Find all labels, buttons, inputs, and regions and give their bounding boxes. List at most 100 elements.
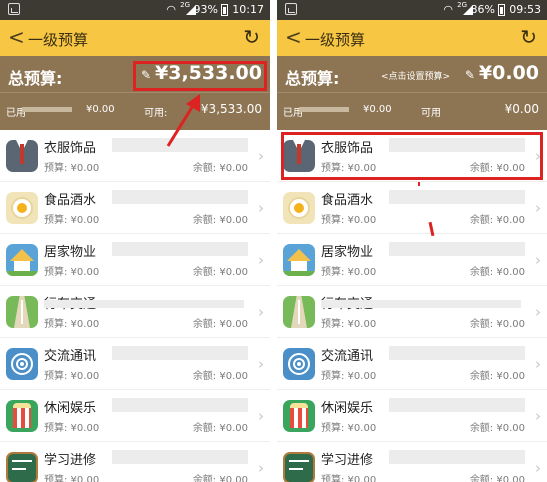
category-budget: 预算: ¥0.00 xyxy=(321,319,377,330)
gallery-icon xyxy=(285,3,297,15)
redacted-bar xyxy=(22,107,72,112)
battery-percent: 86% xyxy=(470,3,495,16)
category-list: 衣服饰品 预算: ¥0.00 余额: ¥0.00 › 食品酒水 预算: ¥0.0… xyxy=(277,130,547,482)
redacted-bar xyxy=(389,398,525,412)
category-remaining: 余额: ¥0.00 xyxy=(469,371,525,382)
redacted-bar xyxy=(112,242,248,256)
category-budget: 预算: ¥0.00 xyxy=(321,267,377,278)
total-budget-amount[interactable]: ¥0.00 xyxy=(479,62,539,84)
category-remaining: 余额: ¥0.00 xyxy=(192,267,248,278)
transport-icon xyxy=(6,296,38,328)
category-name: 学习进修 xyxy=(321,453,374,468)
home-icon xyxy=(6,244,38,276)
list-item[interactable]: 衣服饰品 预算: ¥0.00 余额: ¥0.00 › xyxy=(277,130,547,182)
category-remaining: 余额: ¥0.00 xyxy=(469,163,525,174)
list-item[interactable]: 休闲娱乐 预算: ¥0.00 余额: ¥0.00 › xyxy=(277,390,547,442)
category-name: 休闲娱乐 xyxy=(44,401,97,416)
chevron-right-icon: › xyxy=(535,303,541,321)
list-item[interactable]: 居家物业 预算: ¥0.00 余额: ¥0.00 › xyxy=(0,234,270,286)
leisure-icon xyxy=(283,400,315,432)
redacted-bar xyxy=(112,450,248,464)
back-icon[interactable]: < xyxy=(8,25,25,49)
category-budget: 预算: ¥0.00 xyxy=(321,215,377,226)
list-item[interactable]: 休闲娱乐 预算: ¥0.00 余额: ¥0.00 › xyxy=(0,390,270,442)
chevron-right-icon: › xyxy=(535,199,541,217)
study-icon xyxy=(6,452,38,482)
status-bar: ◠ 2G 86% 09:53 xyxy=(277,0,547,20)
communication-icon xyxy=(6,348,38,380)
category-budget: 预算: ¥0.00 xyxy=(321,475,377,482)
back-icon[interactable]: < xyxy=(285,25,302,49)
category-budget: 预算: ¥0.00 xyxy=(44,319,100,330)
status-bar: ◠ 2G 93% 10:17 xyxy=(0,0,270,20)
available-value: ¥3,533.00 xyxy=(200,102,262,116)
list-item[interactable]: 行车交通 预算: ¥0.00 余额: ¥0.00 › xyxy=(277,286,547,338)
chevron-right-icon: › xyxy=(535,407,541,425)
redacted-bar xyxy=(112,346,248,360)
transport-icon xyxy=(283,296,315,328)
category-remaining: 余额: ¥0.00 xyxy=(469,215,525,226)
category-remaining: 余额: ¥0.00 xyxy=(192,215,248,226)
chevron-right-icon: › xyxy=(258,147,264,165)
category-name: 居家物业 xyxy=(321,245,374,260)
category-remaining: 余额: ¥0.00 xyxy=(469,267,525,278)
available-value: ¥0.00 xyxy=(504,102,539,116)
pencil-icon[interactable]: ✎ xyxy=(141,68,151,82)
total-budget-amount[interactable]: ¥3,533.00 xyxy=(155,62,262,84)
category-budget: 预算: ¥0.00 xyxy=(44,423,100,434)
chevron-right-icon: › xyxy=(535,355,541,373)
category-remaining: 余额: ¥0.00 xyxy=(192,371,248,382)
home-icon xyxy=(283,244,315,276)
available-label: 可用 xyxy=(421,108,441,119)
right-screenshot: ◠ 2G 86% 09:53 < 一级预算 ↻ 总预算: <点击设置预算> ✎ ¥… xyxy=(277,0,547,482)
battery-percent: 93% xyxy=(193,3,218,16)
list-item[interactable]: 居家物业 预算: ¥0.00 余额: ¥0.00 › xyxy=(277,234,547,286)
category-name: 衣服饰品 xyxy=(44,141,97,156)
chevron-right-icon: › xyxy=(258,355,264,373)
list-item[interactable]: 行车交通 预算: ¥0.00 余额: ¥0.00 › xyxy=(0,286,270,338)
clock: 09:53 xyxy=(509,3,541,16)
category-name: 食品酒水 xyxy=(321,193,374,208)
category-name: 学习进修 xyxy=(44,453,97,468)
page-title: 一级预算 xyxy=(28,31,89,49)
redacted-bar xyxy=(321,300,521,308)
app-bar: < 一级预算 ↻ xyxy=(0,20,270,56)
redacted-bar xyxy=(112,138,248,152)
category-remaining: 余额: ¥0.00 xyxy=(192,163,248,174)
redacted-bar xyxy=(299,107,349,112)
total-budget-value[interactable]: ✎ ¥0.00 xyxy=(465,62,539,84)
page-title: 一级预算 xyxy=(305,31,366,49)
total-budget-label: 总预算: xyxy=(285,69,340,88)
list-item[interactable]: 衣服饰品 预算: ¥0.00 余额: ¥0.00 › xyxy=(0,130,270,182)
pencil-icon[interactable]: ✎ xyxy=(465,68,475,82)
category-remaining: 余额: ¥0.00 xyxy=(192,423,248,434)
list-item[interactable]: 食品酒水 预算: ¥0.00 余额: ¥0.00 › xyxy=(277,182,547,234)
refresh-icon[interactable]: ↻ xyxy=(520,25,537,49)
set-budget-hint[interactable]: <点击设置预算> xyxy=(381,69,450,82)
battery-icon xyxy=(221,4,228,16)
category-remaining: 余额: ¥0.00 xyxy=(469,319,525,330)
list-item[interactable]: 交流通讯 预算: ¥0.00 余额: ¥0.00 › xyxy=(0,338,270,390)
chevron-right-icon: › xyxy=(535,251,541,269)
category-remaining: 余额: ¥0.00 xyxy=(469,423,525,434)
category-budget: 预算: ¥0.00 xyxy=(44,215,100,226)
budget-summary: 总预算: ✎ ¥3,533.00 已用 ¥0.00 可用: ¥3,533.00 xyxy=(0,56,270,130)
app-bar: < 一级预算 ↻ xyxy=(277,20,547,56)
list-item[interactable]: 食品酒水 预算: ¥0.00 余额: ¥0.00 › xyxy=(0,182,270,234)
chevron-right-icon: › xyxy=(258,459,264,477)
category-budget: 预算: ¥0.00 xyxy=(44,267,100,278)
refresh-icon[interactable]: ↻ xyxy=(243,25,260,49)
study-icon xyxy=(283,452,315,482)
category-remaining: 余额: ¥0.00 xyxy=(192,319,248,330)
redacted-bar xyxy=(389,450,525,464)
leisure-icon xyxy=(6,400,38,432)
list-item[interactable]: 学习进修 预算: ¥0.00 余额: ¥0.00 › xyxy=(0,442,270,482)
redacted-bar xyxy=(389,138,525,152)
list-item[interactable]: 交流通讯 预算: ¥0.00 余额: ¥0.00 › xyxy=(277,338,547,390)
total-budget-value[interactable]: ✎ ¥3,533.00 xyxy=(141,62,262,84)
communication-icon xyxy=(283,348,315,380)
category-budget: 预算: ¥0.00 xyxy=(321,371,377,382)
used-value: ¥0.00 xyxy=(86,104,115,115)
battery-icon xyxy=(498,4,505,16)
list-item[interactable]: 学习进修 预算: ¥0.00 余额: ¥0.00 › xyxy=(277,442,547,482)
